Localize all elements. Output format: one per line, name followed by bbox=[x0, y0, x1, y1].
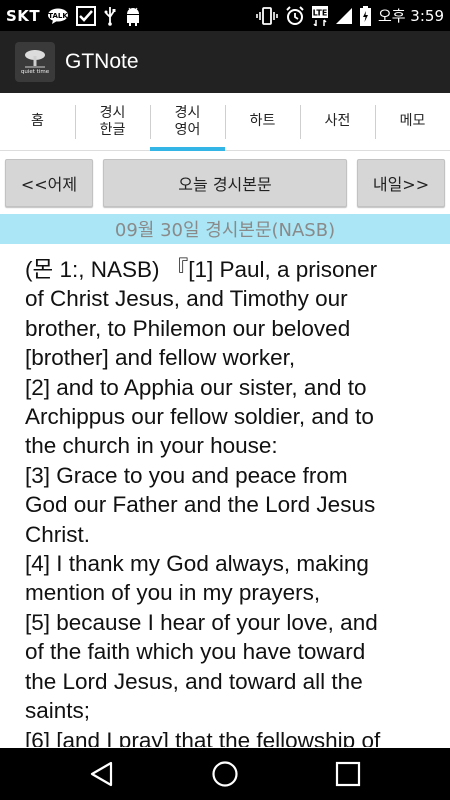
app-logo-icon[interactable]: quiet time bbox=[15, 42, 55, 82]
system-nav-bar bbox=[0, 748, 450, 800]
tab-memo[interactable]: 메모 bbox=[375, 93, 450, 150]
tab-dictionary[interactable]: 사전 bbox=[300, 93, 375, 150]
status-time: 오후 3:59 bbox=[377, 7, 444, 25]
text-line: the church in your house: bbox=[25, 433, 278, 459]
date-navigation: <<어제 오늘 경시본문 내일>> bbox=[0, 151, 450, 214]
yesterday-button[interactable]: <<어제 bbox=[5, 158, 93, 207]
text-line: [3] Grace to you and peace from bbox=[25, 462, 348, 488]
lte-icon: LTE bbox=[311, 5, 328, 26]
tab-label: 하트 bbox=[249, 113, 276, 129]
android-icon bbox=[124, 6, 142, 26]
text-line: brother, to Philemon our beloved bbox=[25, 315, 351, 341]
status-bar-left: SKT TALK bbox=[6, 5, 142, 26]
text-line: [5] because I hear of your love, and bbox=[25, 609, 378, 635]
text-line: saints; bbox=[25, 698, 91, 724]
action-bar: quiet time GTNote bbox=[0, 31, 450, 93]
tab-heart[interactable]: 하트 bbox=[225, 93, 300, 150]
text-line: [2] and to Apphia our sister, and to bbox=[25, 374, 367, 400]
text-line: [6] [and I pray] that the fellowship of bbox=[25, 727, 381, 748]
tab-bar: 홈 경시 한글 경시 영어 하트 사전 메모 bbox=[0, 93, 450, 151]
text-line: [4] I thank my God always, making bbox=[25, 551, 369, 577]
tab-devotion-korean[interactable]: 경시 한글 bbox=[75, 93, 150, 150]
alarm-icon bbox=[285, 5, 305, 26]
back-icon[interactable] bbox=[72, 748, 132, 800]
carrier-label: SKT bbox=[6, 6, 41, 25]
tab-label: 경시 bbox=[99, 104, 126, 121]
text-line: Christ. bbox=[25, 521, 91, 547]
svg-text:TALK: TALK bbox=[48, 12, 68, 20]
text-line: (몬 1:, NASB) 『[1] Paul, a prisoner bbox=[25, 257, 378, 282]
text-line: of Christ Jesus, and Timothy our bbox=[25, 286, 348, 312]
tab-home[interactable]: 홈 bbox=[0, 93, 75, 150]
text-line: God our Father and the Lord Jesus bbox=[25, 492, 376, 518]
passage-text[interactable]: (몬 1:, NASB) 『[1] Paul, a prisoner of Ch… bbox=[25, 255, 430, 747]
recents-icon[interactable] bbox=[318, 748, 378, 800]
tab-sublabel: 영어 bbox=[174, 121, 201, 138]
talk-icon: TALK bbox=[47, 8, 69, 24]
image-check-icon bbox=[76, 5, 97, 26]
status-bar-right: LTE 오후 3:59 bbox=[256, 5, 444, 26]
signal-icon bbox=[335, 7, 353, 25]
tab-label: 메모 bbox=[399, 113, 426, 129]
tab-label: 사전 bbox=[324, 113, 351, 129]
text-line: mention of you in my prayers, bbox=[25, 580, 321, 606]
home-icon[interactable] bbox=[195, 748, 255, 800]
status-bar: SKT TALK LTE 오후 3:59 bbox=[0, 0, 450, 31]
text-line: [brother] and fellow worker, bbox=[25, 345, 296, 371]
tab-label: 홈 bbox=[31, 113, 44, 129]
tab-sublabel: 한글 bbox=[99, 121, 126, 138]
tab-label: 경시 bbox=[174, 104, 201, 121]
usb-icon bbox=[103, 6, 117, 26]
text-line: of the faith which you have toward bbox=[25, 639, 366, 665]
tomorrow-button[interactable]: 내일>> bbox=[357, 158, 445, 207]
battery-icon bbox=[359, 5, 371, 26]
app-title: GTNote bbox=[65, 50, 139, 73]
text-line: the Lord Jesus, and toward all the bbox=[25, 668, 363, 694]
text-line: Archippus our fellow soldier, and to bbox=[25, 404, 374, 430]
lte-label: LTE bbox=[313, 8, 328, 17]
passage-heading: 09월 30일 경시본문(NASB) bbox=[0, 214, 450, 244]
vibrate-icon bbox=[256, 6, 278, 25]
logo-text: quiet time bbox=[21, 69, 50, 75]
today-passage-button[interactable]: 오늘 경시본문 bbox=[103, 158, 347, 207]
tab-devotion-english[interactable]: 경시 영어 bbox=[150, 93, 225, 151]
